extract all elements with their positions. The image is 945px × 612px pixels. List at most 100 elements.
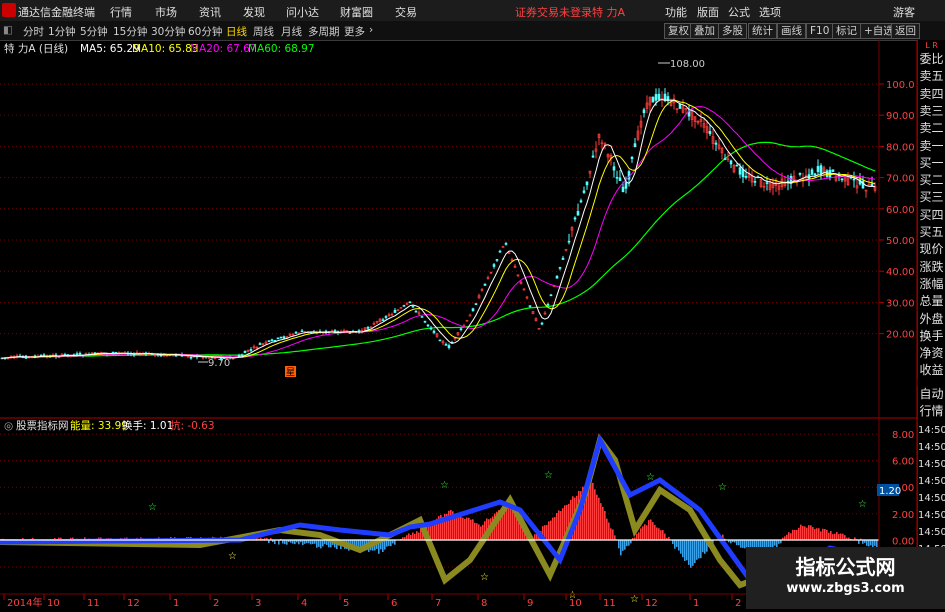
candle-body[interactable]: [826, 171, 828, 177]
candle-body[interactable]: [631, 157, 633, 159]
candle-body[interactable]: [427, 325, 429, 326]
sidebar-item[interactable]: 买一: [917, 155, 945, 172]
candle-body[interactable]: [583, 191, 585, 193]
period-daily[interactable]: 日线: [226, 24, 247, 39]
candle-body[interactable]: [238, 355, 240, 356]
candle-body[interactable]: [397, 310, 399, 311]
candle-body[interactable]: [574, 218, 576, 219]
candle-body[interactable]: [505, 243, 507, 244]
menu-hangqing[interactable]: 行情: [110, 4, 132, 20]
sidebar-item[interactable]: 涨跌: [917, 259, 945, 276]
sidebar-item[interactable]: 买二: [917, 172, 945, 189]
candle-body[interactable]: [562, 258, 564, 260]
btn-biaoji[interactable]: 标记: [832, 23, 861, 39]
candle-body[interactable]: [79, 353, 81, 354]
candle-body[interactable]: [409, 302, 411, 303]
menu-banmian[interactable]: 版面: [697, 4, 719, 20]
indicator-name[interactable]: 股票指标网: [16, 419, 69, 432]
candle-body[interactable]: [841, 179, 843, 180]
candle-body[interactable]: [634, 144, 636, 147]
period-60min[interactable]: 60分钟: [188, 24, 222, 39]
candle-body[interactable]: [739, 168, 741, 175]
candle-body[interactable]: [469, 315, 471, 316]
candle-body[interactable]: [250, 349, 252, 350]
period-weekly[interactable]: 周线: [253, 24, 274, 39]
candle-body[interactable]: [658, 94, 660, 99]
btn-fuquan[interactable]: 复权: [664, 23, 693, 39]
candle-body[interactable]: [259, 344, 261, 345]
period-multi[interactable]: 多周期: [308, 24, 340, 39]
period-more[interactable]: 更多: [344, 24, 365, 39]
candle-body[interactable]: [460, 329, 462, 330]
candle-body[interactable]: [709, 131, 711, 133]
sidebar-item[interactable]: 外盘: [917, 311, 945, 328]
candle-body[interactable]: [43, 355, 45, 356]
candle-body[interactable]: [580, 201, 582, 202]
candle-body[interactable]: [871, 184, 873, 186]
candle-body[interactable]: [175, 355, 177, 356]
menu-xuanxiang[interactable]: 选项: [759, 4, 781, 20]
btn-fanhui[interactable]: 返回: [891, 23, 920, 39]
sidebar-item[interactable]: 卖一: [917, 138, 945, 155]
candle-body[interactable]: [742, 169, 744, 176]
candle-body[interactable]: [613, 167, 615, 170]
sidebar-item[interactable]: 委比: [917, 51, 945, 68]
sidebar-lower-item[interactable]: 行情: [917, 403, 945, 420]
candle-body[interactable]: [385, 316, 387, 317]
candle-body[interactable]: [550, 295, 552, 296]
sidebar-item[interactable]: 换手: [917, 328, 945, 345]
toolbar-back-icon[interactable]: ◧: [3, 24, 13, 36]
btn-tongji[interactable]: 统计: [748, 23, 777, 39]
menu-faxian[interactable]: 发现: [243, 4, 265, 20]
btn-diejia[interactable]: 叠加: [690, 23, 719, 39]
sidebar-corner[interactable]: L R: [917, 40, 945, 51]
candle-body[interactable]: [853, 179, 855, 180]
indicator-menu-icon[interactable]: ◎: [4, 420, 13, 432]
candle-body[interactable]: [730, 161, 732, 164]
candle-body[interactable]: [394, 310, 396, 312]
sidebar-item[interactable]: 买四: [917, 207, 945, 224]
candle-body[interactable]: [541, 323, 543, 324]
menu-zixun[interactable]: 资讯: [199, 4, 221, 20]
candle-body[interactable]: [433, 331, 435, 332]
candle-body[interactable]: [754, 181, 756, 182]
candle-body[interactable]: [724, 158, 726, 159]
candle-body[interactable]: [241, 355, 243, 356]
period-5min[interactable]: 5分钟: [80, 24, 108, 39]
candle-body[interactable]: [295, 332, 297, 333]
candle-body[interactable]: [472, 309, 474, 311]
candle-body[interactable]: [592, 156, 594, 157]
candle-body[interactable]: [679, 104, 681, 108]
candle-body[interactable]: [430, 328, 432, 329]
candle-body[interactable]: [745, 176, 747, 177]
candle-body[interactable]: [832, 170, 834, 172]
candle-body[interactable]: [484, 284, 486, 285]
period-monthly[interactable]: 月线: [281, 24, 302, 39]
sidebar-item[interactable]: 买五: [917, 224, 945, 241]
candle-body[interactable]: [814, 174, 816, 175]
sidebar-item[interactable]: 净资: [917, 345, 945, 362]
candle-body[interactable]: [268, 341, 270, 342]
sidebar-item[interactable]: 卖四: [917, 86, 945, 103]
kline-chart-svg[interactable]: ☆☆☆☆☆☆☆☆☆☆ 100.090.0080.0070.0060.0050.0…: [0, 40, 945, 609]
candle-body[interactable]: [655, 94, 657, 100]
candle-body[interactable]: [766, 183, 768, 184]
sidebar-item[interactable]: 现价: [917, 241, 945, 258]
candle-body[interactable]: [811, 170, 813, 175]
candle-body[interactable]: [799, 173, 801, 174]
btn-huaxian[interactable]: 画线: [777, 23, 806, 39]
candle-body[interactable]: [496, 259, 498, 260]
period-fenshi[interactable]: 分时: [23, 24, 44, 39]
period-15min[interactable]: 15分钟: [113, 24, 147, 39]
candle-body[interactable]: [475, 304, 477, 305]
candle-body[interactable]: [652, 97, 654, 102]
chart-area[interactable]: ☆☆☆☆☆☆☆☆☆☆ 100.090.0080.0070.0060.0050.0…: [0, 40, 945, 609]
menu-wenxiaoda[interactable]: 问小达: [286, 4, 319, 20]
candle-body[interactable]: [190, 357, 192, 358]
sidebar-item[interactable]: 总量: [917, 293, 945, 310]
candle-body[interactable]: [547, 304, 549, 305]
menu-gongneng[interactable]: 功能: [665, 4, 687, 20]
candle-body[interactable]: [445, 344, 447, 345]
candle-body[interactable]: [280, 337, 282, 338]
candle-body[interactable]: [412, 306, 414, 307]
